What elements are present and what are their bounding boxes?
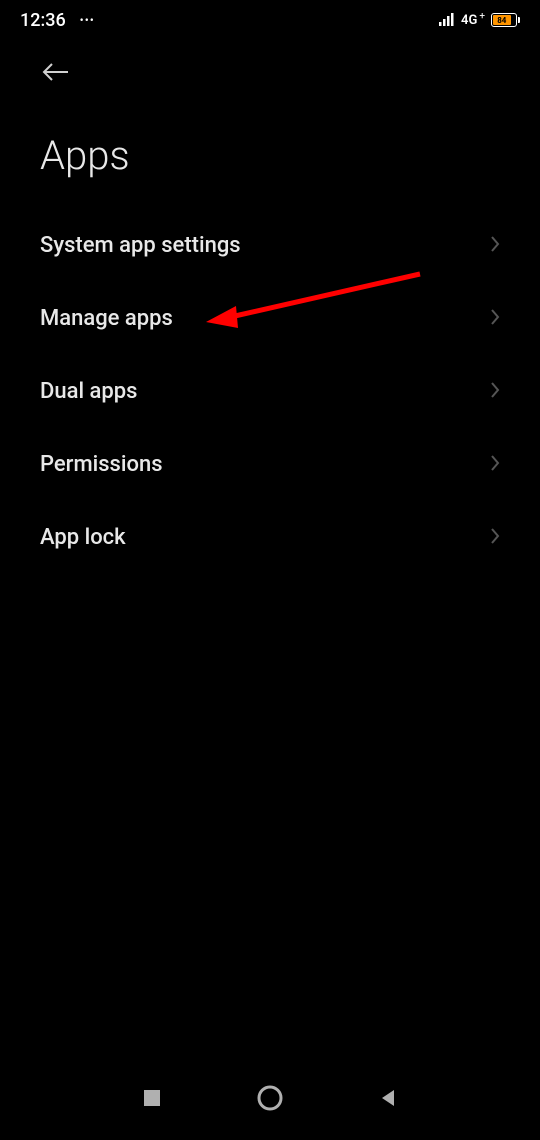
header bbox=[0, 40, 540, 88]
status-time: 12:36 bbox=[20, 10, 66, 31]
navigation-bar bbox=[0, 1075, 540, 1125]
chevron-right-icon bbox=[490, 235, 500, 257]
home-button[interactable] bbox=[257, 1085, 283, 1115]
settings-item-app-lock[interactable]: App lock bbox=[40, 501, 500, 574]
settings-item-dual-apps[interactable]: Dual apps bbox=[40, 355, 500, 428]
settings-item-system-app-settings[interactable]: System app settings bbox=[40, 209, 500, 282]
network-plus-icon: + bbox=[479, 11, 485, 22]
triangle-left-icon bbox=[378, 1088, 398, 1108]
settings-item-manage-apps[interactable]: Manage apps bbox=[40, 282, 500, 355]
settings-label: Permissions bbox=[40, 452, 163, 477]
settings-label: Dual apps bbox=[40, 379, 137, 404]
status-bar: 12:36 ••• 4G + 84 bbox=[0, 0, 540, 40]
back-button[interactable] bbox=[40, 60, 72, 88]
square-icon bbox=[142, 1088, 162, 1108]
circle-icon bbox=[257, 1085, 283, 1111]
arrow-left-icon bbox=[40, 60, 72, 84]
chevron-right-icon bbox=[490, 454, 500, 476]
settings-label: System app settings bbox=[40, 233, 241, 258]
battery-percent: 84 bbox=[497, 16, 506, 25]
signal-icon bbox=[439, 11, 455, 30]
chevron-right-icon bbox=[490, 381, 500, 403]
settings-item-permissions[interactable]: Permissions bbox=[40, 428, 500, 501]
status-dots-icon: ••• bbox=[80, 13, 95, 27]
settings-list: System app settings Manage apps Dual app… bbox=[0, 209, 540, 574]
chevron-right-icon bbox=[490, 308, 500, 330]
settings-label: App lock bbox=[40, 525, 126, 550]
recent-apps-button[interactable] bbox=[142, 1088, 162, 1112]
battery-icon: 84 bbox=[491, 13, 520, 27]
chevron-right-icon bbox=[490, 527, 500, 549]
page-title: Apps bbox=[0, 88, 540, 209]
settings-label: Manage apps bbox=[40, 306, 173, 331]
back-nav-button[interactable] bbox=[378, 1088, 398, 1112]
network-label: 4G bbox=[461, 13, 477, 28]
